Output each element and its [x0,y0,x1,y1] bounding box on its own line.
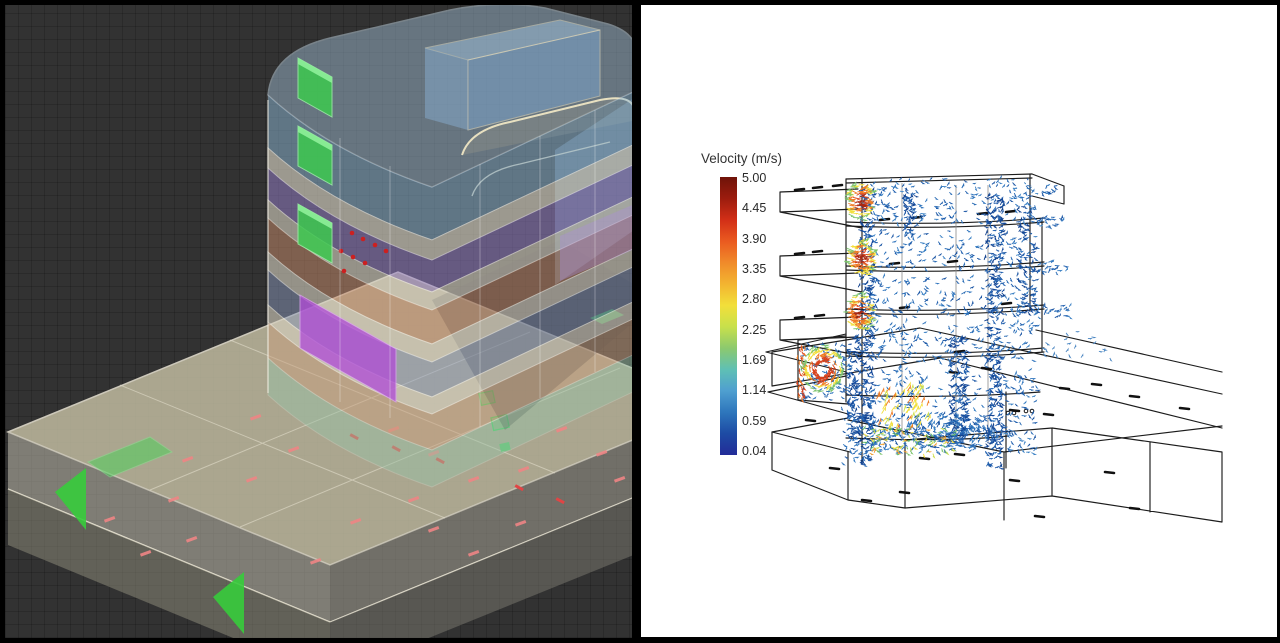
cfd-vector-plot [641,5,1277,637]
stair-core [298,58,332,263]
panel-divider [632,0,641,643]
velocity-vector-field [796,176,1111,469]
cfd-result-panel[interactable]: Velocity (m/s) 5.00 4.45 3.90 3.35 2.80 … [641,5,1277,637]
model-viewport-panel[interactable] [5,5,632,638]
building-3d-model [5,5,632,638]
tower [268,5,632,487]
figure-frame: Velocity (m/s) 5.00 4.45 3.90 3.35 2.80 … [0,0,1280,643]
